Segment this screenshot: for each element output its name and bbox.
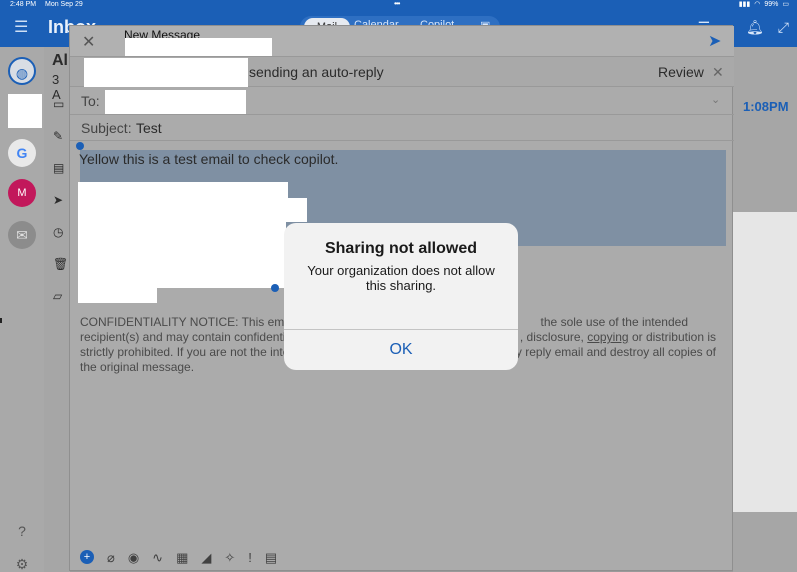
chevron-down-icon[interactable]: ⌄ bbox=[711, 93, 720, 106]
help-icon[interactable]: ? bbox=[8, 517, 36, 545]
redacted-from bbox=[125, 38, 272, 56]
send-icon[interactable]: ➤ bbox=[708, 31, 721, 51]
camera-icon[interactable]: ◉ bbox=[128, 550, 139, 566]
google-account-icon[interactable]: G bbox=[8, 139, 36, 167]
subject-field[interactable]: Subject: Test bbox=[70, 115, 734, 141]
status-bar: 2:48 PM Mon Sep 29 ••• ▮▮▮ ◠ 99% ▭ bbox=[0, 0, 797, 9]
conf-line3-a: strictly prohibited. If you are not the … bbox=[80, 345, 290, 359]
voice-icon[interactable]: ◢ bbox=[201, 550, 211, 566]
redacted-auto-reply bbox=[84, 58, 248, 87]
dismiss-icon[interactable]: ✕ bbox=[712, 64, 724, 81]
add-icon[interactable]: + bbox=[80, 550, 94, 564]
conf-line2-c: or distribution is bbox=[631, 330, 716, 344]
redacted-body-3 bbox=[78, 222, 286, 288]
bell-icon[interactable]: 🔔︎ bbox=[746, 19, 764, 36]
message-time: 1:08PM bbox=[743, 99, 789, 114]
body-text[interactable]: Yellow this is a test email to check cop… bbox=[79, 151, 338, 167]
settings-icon[interactable]: ⚙ bbox=[8, 550, 36, 572]
to-label: To: bbox=[81, 93, 100, 109]
auto-reply-text: sending an auto-reply bbox=[249, 64, 384, 80]
ok-button[interactable]: OK bbox=[284, 330, 518, 370]
multitasking-dots-icon[interactable]: ••• bbox=[394, 0, 400, 8]
conf-line3-b: y reply email and destroy all copies of bbox=[515, 345, 716, 359]
conf-line2-b: , disclosure, bbox=[519, 330, 584, 344]
sent-icon[interactable]: ➤ bbox=[53, 193, 63, 207]
compose-toolbar: + ⌀ ◉ ∿ ▦ ◢ ✧ ! ▤ bbox=[80, 550, 277, 566]
alert-message: Your organization does not allow this sh… bbox=[307, 263, 495, 293]
add-account-icon[interactable]: ✉ bbox=[8, 221, 36, 249]
conf-line1-b: the sole use of the intended bbox=[540, 315, 688, 329]
draw-icon[interactable]: ∿ bbox=[152, 550, 163, 566]
account-rail: ◍ G M ✉ ? ⚙ bbox=[0, 47, 44, 572]
review-button[interactable]: Review bbox=[658, 64, 704, 80]
status-right: ▮▮▮ ◠ 99% ▭ bbox=[739, 0, 789, 9]
drafts-icon[interactable]: ✎ bbox=[53, 129, 63, 143]
menu-icon[interactable]: ☰ bbox=[14, 17, 28, 37]
status-date: Mon Sep 29 bbox=[45, 1, 83, 8]
avatar-m[interactable]: M bbox=[8, 179, 36, 207]
battery-percent: 99% bbox=[764, 1, 779, 8]
copilot-pen-icon[interactable]: ✧ bbox=[224, 550, 235, 566]
redacted-body-4 bbox=[78, 288, 157, 303]
alert-title: Sharing not allowed bbox=[324, 240, 477, 257]
battery-icon: ▭ bbox=[782, 1, 789, 8]
selection-handle-start[interactable] bbox=[76, 142, 84, 150]
signature-icon[interactable]: ▤ bbox=[265, 550, 277, 566]
conf-copying: copying bbox=[587, 330, 629, 344]
to-field[interactable]: To: ⌄ bbox=[70, 87, 734, 115]
subject-label: Subject: bbox=[81, 120, 132, 136]
compose-title-bar: ✕ New Message ➤ bbox=[70, 26, 734, 57]
auto-reply-banner: sending an auto-reply Review ✕ bbox=[70, 57, 734, 87]
edge-mark bbox=[0, 318, 2, 323]
trash-icon[interactable]: 🗑︎ bbox=[53, 257, 68, 271]
reading-pane-body bbox=[733, 212, 797, 512]
inbox-icon[interactable]: ▭ bbox=[53, 97, 64, 111]
redacted-body-2 bbox=[78, 198, 307, 222]
selection-handle-end[interactable] bbox=[271, 284, 279, 292]
conf-line1-a: CONFIDENTIALITY NOTICE: This ema bbox=[80, 315, 291, 329]
calendar-icon[interactable]: ▦ bbox=[176, 550, 188, 566]
archive-icon[interactable]: ▤ bbox=[53, 161, 64, 175]
scheduled-icon[interactable]: ◷ bbox=[53, 225, 63, 239]
signal-icon: ▮▮▮ bbox=[738, 1, 751, 8]
globe-icon[interactable]: ◍ bbox=[8, 57, 36, 85]
wifi-icon: ◠ bbox=[754, 1, 761, 8]
status-time: 2:48 PM bbox=[10, 1, 37, 8]
redacted-to bbox=[105, 90, 246, 114]
conf-line2-rest: , disclosure, copying or distribution is bbox=[520, 330, 716, 345]
conf-line2-a: recipient(s) and may contain confidenti bbox=[80, 330, 286, 344]
attach-icon[interactable]: ⌀ bbox=[107, 550, 115, 566]
redacted-avatar bbox=[8, 94, 42, 128]
importance-icon[interactable]: ! bbox=[248, 550, 252, 566]
expand-icon[interactable]: ⤢ bbox=[778, 19, 789, 36]
subject-value[interactable]: Test bbox=[136, 120, 162, 136]
reading-pane: 1:08PM bbox=[733, 47, 797, 572]
sharing-alert: Sharing not allowed Your organization do… bbox=[284, 223, 518, 370]
folder-icon[interactable]: ▱ bbox=[53, 289, 62, 303]
close-icon[interactable]: ✕ bbox=[82, 32, 95, 52]
message-list: All 3 A ▭ ✎ ▤ ➤ ◷ 🗑︎ ▱ bbox=[44, 47, 72, 572]
